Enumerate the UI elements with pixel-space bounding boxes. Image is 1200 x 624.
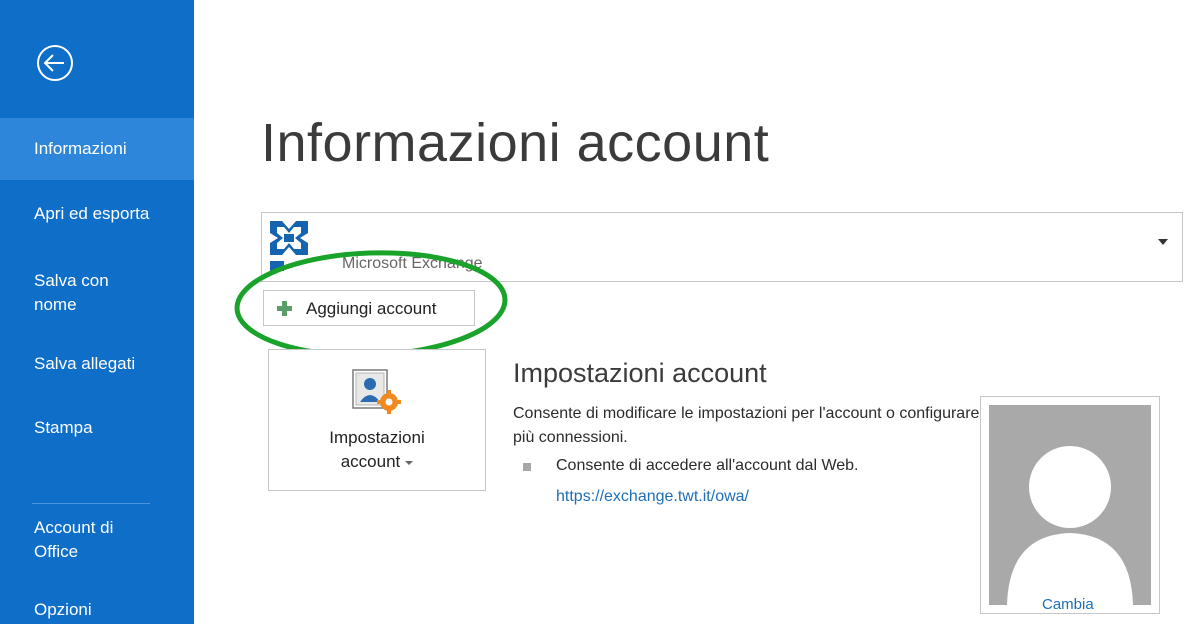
sidebar-item-label: Opzioni [34, 600, 92, 619]
sidebar-item-label: Account di Office [34, 518, 114, 561]
sidebar-item-label: Stampa [34, 418, 93, 437]
sidebar-item-label: Apri ed esporta [34, 204, 150, 223]
sidebar-item-opzioni[interactable]: Opzioni [0, 598, 194, 622]
account-settings-button[interactable]: Impostazioni account [268, 349, 486, 491]
sidebar-item-apri-ed-esporta[interactable]: Apri ed esporta [0, 202, 194, 226]
account-type-label: Microsoft Exchange [342, 255, 483, 272]
exchange-logo-icon [269, 220, 309, 271]
sidebar-item-stampa[interactable]: Stampa [0, 416, 194, 440]
sidebar-item-salva-con-nome[interactable]: Salva con nome [0, 269, 160, 317]
back-arrow-icon [37, 45, 73, 81]
sidebar-item-informazioni[interactable]: Informazioni [0, 118, 194, 180]
account-settings-label-line1: Impostazioni [329, 428, 425, 447]
person-placeholder-icon [1007, 446, 1133, 605]
page-title: Informazioni account [261, 113, 770, 173]
avatar [989, 405, 1151, 605]
sidebar-item-label: Salva allegati [34, 354, 136, 373]
add-account-button[interactable]: Aggiungi account [263, 290, 475, 326]
backstage-sidebar: Informazioni Apri ed esporta Salva con n… [0, 0, 194, 624]
chevron-down-icon [1158, 239, 1168, 245]
plus-icon [277, 301, 292, 316]
account-settings-label-line2: account [269, 452, 485, 472]
account-settings-label-text: account [340, 452, 401, 471]
sidebar-item-label: Salva con nome [34, 271, 109, 314]
account-settings-heading: Impostazioni account [513, 358, 767, 388]
back-button[interactable] [28, 36, 82, 90]
web-access-text: Consente di accedere all'account dal Web… [556, 457, 859, 474]
account-settings-icon [352, 369, 401, 414]
account-settings-description: Consente di modificare le impostazioni p… [513, 405, 980, 446]
sidebar-divider [32, 503, 150, 504]
change-photo-link[interactable]: Cambia [1042, 596, 1094, 613]
caret-down-icon [405, 460, 414, 465]
sidebar-item-account-di-office[interactable]: Account di Office [0, 516, 150, 564]
sidebar-item-label: Informazioni [34, 139, 127, 158]
owa-link[interactable]: https://exchange.twt.it/owa/ [556, 488, 749, 506]
outlook-backstage: Informazioni Apri ed esporta Salva con n… [0, 0, 1200, 624]
bullet-square-icon [523, 463, 531, 471]
account-selector-dropdown[interactable]: Microsoft Exchange [261, 212, 1183, 282]
profile-picture-frame [980, 396, 1160, 614]
add-account-label: Aggiungi account [306, 299, 437, 318]
sidebar-item-salva-allegati[interactable]: Salva allegati [0, 352, 194, 376]
